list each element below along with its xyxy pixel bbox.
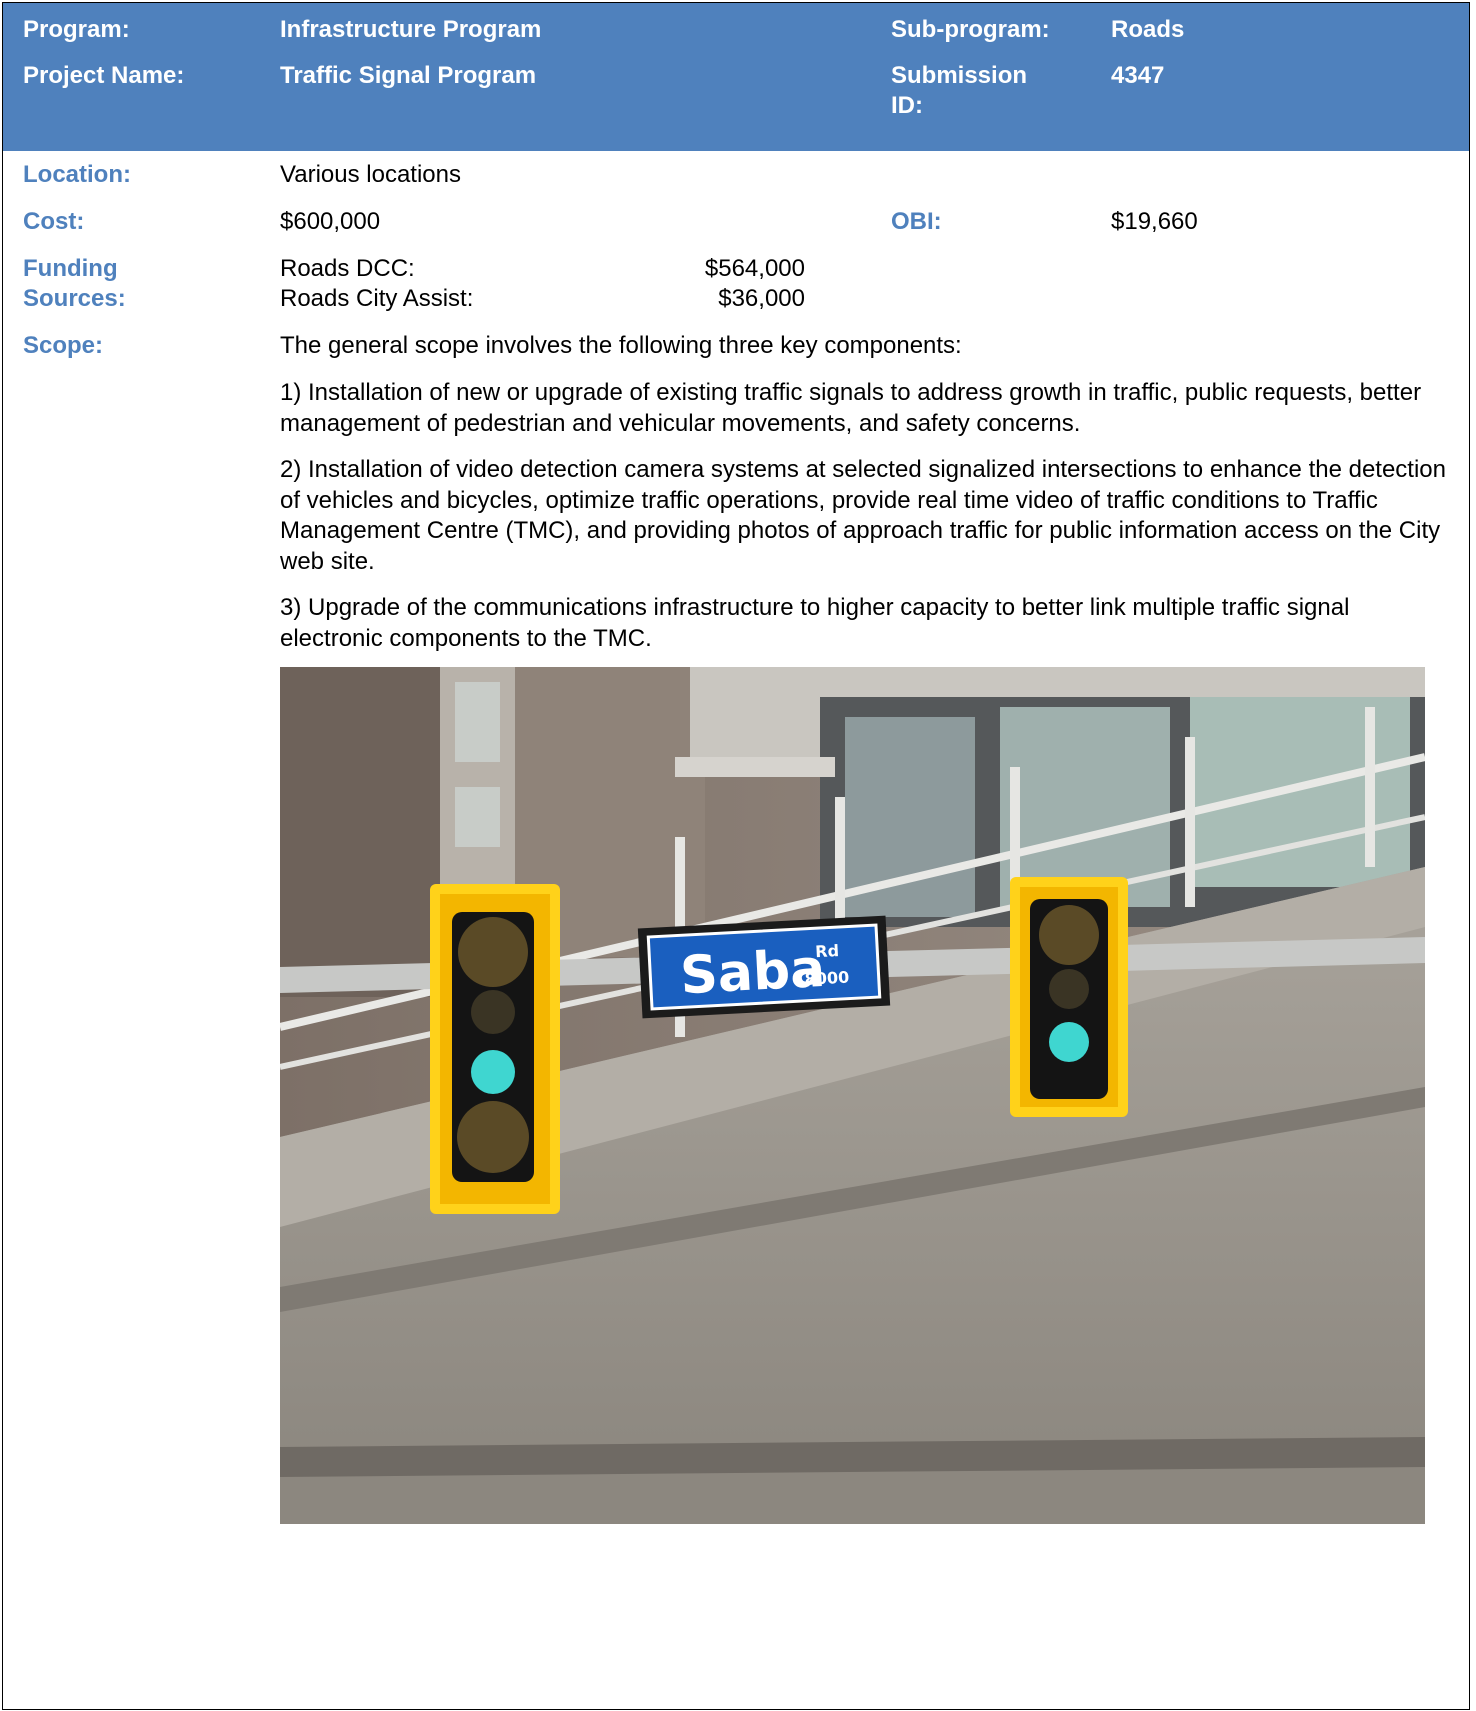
project-name-label: Project Name: bbox=[23, 62, 185, 89]
scope-intro: The general scope involves the following… bbox=[280, 332, 962, 359]
scope-item: 3) Upgrade of the communications infrast… bbox=[280, 594, 1350, 652]
obi-label: OBI: bbox=[891, 208, 942, 235]
funding-source-amount: $36,000 bbox=[718, 285, 805, 312]
cost-label: Cost: bbox=[23, 208, 85, 235]
project-name-value: Traffic Signal Program bbox=[280, 62, 537, 89]
funding-source-amount: $564,000 bbox=[704, 255, 805, 282]
scope-label: Scope: bbox=[23, 332, 104, 359]
location-value: Various locations bbox=[280, 161, 461, 188]
subprogram-label: Sub-program: bbox=[891, 16, 1050, 43]
subprogram-value: Roads bbox=[1111, 16, 1185, 43]
cost-value: $600,000 bbox=[280, 208, 381, 235]
funding-sources-label: Funding Sources: bbox=[23, 255, 126, 312]
traffic-signal-photo: Saba Rd 8000 bbox=[280, 667, 1425, 1524]
funding-source-name: Roads City Assist: bbox=[280, 285, 474, 312]
sign-street-suffix: Rd bbox=[815, 941, 840, 961]
obi-value: $19,660 bbox=[1111, 208, 1198, 235]
header-band: Program: Infrastructure Program Sub-prog… bbox=[3, 3, 1469, 151]
sign-block-number: 8000 bbox=[804, 968, 849, 989]
program-label: Program: bbox=[23, 16, 130, 43]
scope-item: 2) Installation of video detection camer… bbox=[280, 456, 1447, 575]
submission-id-value: 4347 bbox=[1111, 62, 1165, 89]
scope-item: 1) Installation of new or upgrade of exi… bbox=[280, 379, 1422, 437]
project-sheet: Program: Infrastructure Program Sub-prog… bbox=[2, 2, 1470, 1710]
funding-source-name: Roads DCC: bbox=[280, 255, 415, 282]
program-value: Infrastructure Program bbox=[280, 16, 542, 43]
submission-id-label: Submission ID: bbox=[891, 62, 1028, 119]
location-label: Location: bbox=[23, 161, 131, 188]
